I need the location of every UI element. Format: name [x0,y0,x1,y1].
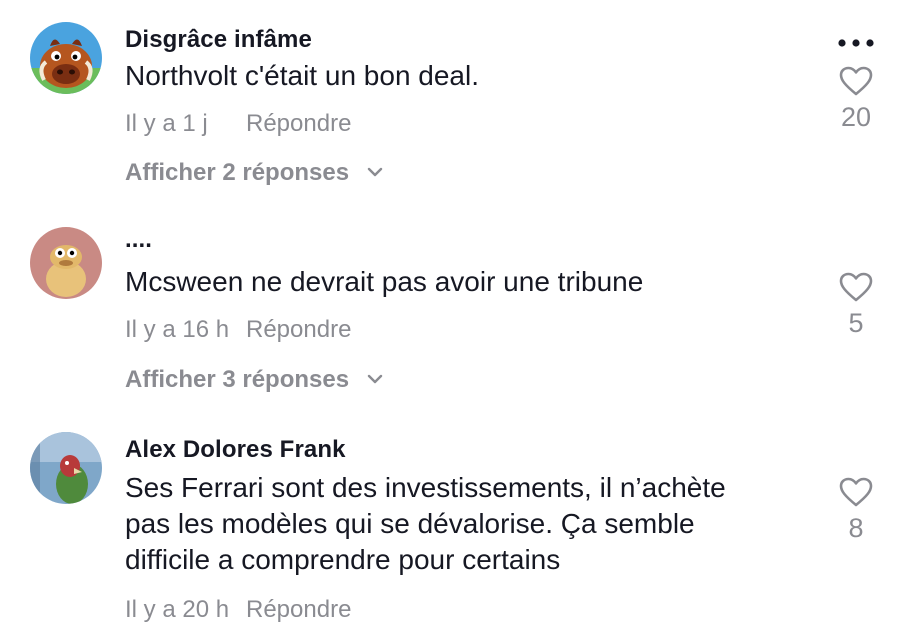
view-replies-label: Afficher 2 réponses [125,159,350,186]
comment-text: Ses Ferrari sont des investissements, il… [125,472,726,575]
like-button heart-outline-icon[interactable] [839,477,873,507]
more-options-icon [838,39,874,47]
like-control: 8 [826,477,886,544]
chevron-down-icon [367,374,382,383]
view-replies-button[interactable]: Afficher 2 réponses [125,159,384,187]
like-count: 8 [848,513,864,543]
like-button heart-outline-icon[interactable] [839,272,873,302]
view-replies-label: Afficher 3 réponses [125,366,350,393]
like-control: 5 [826,272,886,339]
comment-username[interactable]: Alex Dolores Frank [125,436,346,464]
avatar[interactable] [30,432,102,504]
comment-text: Northvolt c'était un bon deal. [125,60,480,91]
comment-time: Il y a 16 h [125,316,230,343]
like-button heart-outline-icon[interactable] [839,66,873,96]
avatar[interactable] [30,22,102,94]
comment-username[interactable]: .... [125,226,152,254]
reply-button[interactable]: Répondre [246,316,351,344]
avatar[interactable] [30,227,102,299]
like-control: 20 [826,66,886,133]
comment-meta: Il y a 20 h Répondre [125,596,351,624]
more-options-button[interactable] [836,36,876,54]
comment-meta: Il y a 1 j Répondre [125,110,351,138]
comment-text: Mcsween ne devrait pas avoir une tribune [125,266,644,297]
like-count: 5 [848,308,864,338]
comment-time: Il y a 1 j [125,110,208,137]
reply-button[interactable]: Répondre [246,596,351,624]
comment-time: Il y a 20 h [125,596,230,623]
like-count: 20 [840,102,872,132]
comment-username[interactable]: Disgrâce infâme [125,26,312,54]
chevron-down-icon [367,167,382,176]
comment-meta: Il y a 16 h Répondre [125,316,351,344]
reply-button[interactable]: Répondre [246,110,351,138]
view-replies-button[interactable]: Afficher 3 réponses [125,366,384,394]
